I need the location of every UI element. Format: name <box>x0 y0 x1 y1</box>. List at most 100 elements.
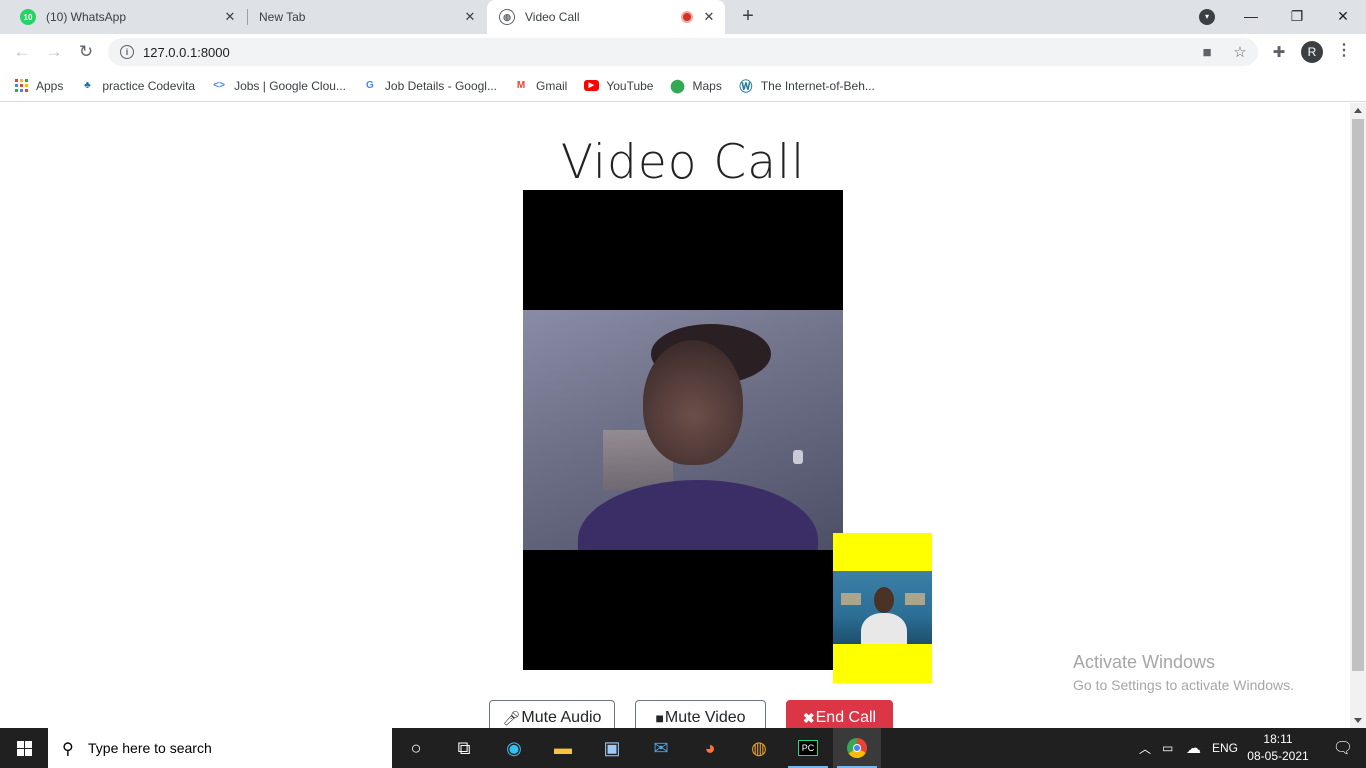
close-x-icon: ✖ <box>802 709 815 726</box>
codevita-icon: ♣ <box>84 80 91 91</box>
browser-toolbar: ← → ↻ i 127.0.0.1:8000 ■ ☆ ✚ R ⋮ <box>0 34 1366 70</box>
restore-button[interactable]: ❐ <box>1274 0 1320 32</box>
local-video <box>833 533 932 683</box>
mute-video-label: Mute Video <box>664 709 746 726</box>
close-tab-icon[interactable]: ✕ <box>222 9 238 25</box>
bookmark-label: practice Codevita <box>102 78 196 93</box>
bookmark-youtube[interactable]: ▶ YouTube <box>583 78 653 94</box>
maps-icon: ⬤ <box>670 77 685 93</box>
tab-new-tab[interactable]: New Tab ✕ <box>248 0 486 34</box>
address-bar[interactable]: i 127.0.0.1:8000 <box>108 38 1258 66</box>
mute-video-button[interactable]: ■ Mute Video <box>635 700 766 728</box>
youtube-icon: ▶ <box>583 78 599 94</box>
bookmark-label: YouTube <box>606 78 654 93</box>
taskbar-clock[interactable]: 18:11 08-05-2021 <box>1243 731 1313 765</box>
microphone-slash-icon: 🎤︎ <box>502 709 521 726</box>
mute-audio-button[interactable]: 🎤︎ Mute Audio <box>489 700 615 728</box>
remote-video-frame <box>523 310 843 550</box>
end-call-button[interactable]: ✖ End Call <box>786 700 893 728</box>
chrome-icon[interactable] <box>833 728 881 768</box>
close-tab-icon[interactable]: ✕ <box>701 9 717 25</box>
mail-icon[interactable]: ✉ <box>637 728 685 768</box>
bookmark-label: Jobs | Google Clou... <box>234 78 346 93</box>
bookmark-gmail[interactable]: M Gmail <box>513 78 568 94</box>
browser-menu-icon[interactable]: ⋮ <box>1336 42 1352 62</box>
tab-title: New Tab <box>259 10 306 24</box>
apps-grid-icon <box>13 78 29 94</box>
tab-search-icon[interactable]: ▾ <box>1199 9 1215 25</box>
bookmark-codevita[interactable]: ♣ practice Codevita <box>79 78 195 94</box>
close-window-button[interactable]: ✕ <box>1320 0 1366 32</box>
bookmark-maps[interactable]: ⬤ Maps <box>669 77 722 94</box>
bookmark-label: Gmail <box>535 78 568 93</box>
battery-icon[interactable]: ▭ <box>1162 728 1173 768</box>
scrollbar-thumb[interactable] <box>1352 119 1364 671</box>
close-tab-icon[interactable]: ✕ <box>462 9 478 25</box>
pycharm-icon[interactable]: PC <box>784 728 832 768</box>
camera-in-use-icon[interactable]: ■ <box>1198 43 1216 61</box>
bookmark-internet-of-behavior[interactable]: Ⓦ The Internet-of-Beh... <box>738 78 875 95</box>
start-button[interactable] <box>0 728 48 768</box>
url-text: 127.0.0.1:8000 <box>143 44 230 60</box>
back-button[interactable]: ← <box>10 40 34 64</box>
taskbar-search-box[interactable]: ⚲ Type here to search <box>48 728 392 768</box>
taskbar-search-placeholder: Type here to search <box>88 740 212 756</box>
firefox-icon[interactable]: ◕ <box>686 728 734 768</box>
scroll-up-arrow-icon[interactable] <box>1354 108 1362 113</box>
action-center-icon[interactable]: 🗨︎ <box>1320 728 1366 768</box>
tab-strip: 10 (10) WhatsApp ✕ New Tab ✕ ◍ Video Cal… <box>0 0 1366 34</box>
activate-windows-watermark: Activate Windows Go to Settings to activ… <box>1073 652 1294 693</box>
video-camera-icon: ■ <box>655 710 664 726</box>
watermark-subtitle: Go to Settings to activate Windows. <box>1073 677 1294 693</box>
clock-date: 08-05-2021 <box>1247 749 1309 763</box>
bookmark-label: Apps <box>36 78 64 93</box>
vertical-scrollbar[interactable] <box>1350 103 1366 728</box>
show-hidden-icons-icon[interactable]: ︿ <box>1139 728 1151 768</box>
bookmark-label: Job Details - Googl... <box>384 78 497 93</box>
remote-video <box>523 190 843 670</box>
task-view-icon[interactable]: ⧉ <box>440 728 488 768</box>
windows-taskbar: ⚲ Type here to search ○ ⧉ ◉ ▬ ▣ ✉ ◕ ◍ PC… <box>0 728 1366 768</box>
google-icon: G <box>366 80 374 91</box>
tab-title: (10) WhatsApp <box>46 10 127 24</box>
watermark-title: Activate Windows <box>1073 652 1216 672</box>
chrome-canary-icon[interactable]: ◍ <box>735 728 783 768</box>
google-cloud-icon: <> <box>213 80 225 91</box>
forward-button[interactable]: → <box>42 40 66 64</box>
local-video-frame <box>833 571 932 644</box>
new-tab-button[interactable]: + <box>738 6 758 26</box>
mute-audio-label: Mute Audio <box>521 709 602 726</box>
bookmark-job-details[interactable]: G Job Details - Googl... <box>362 78 497 94</box>
bookmarks-bar: Apps ♣ practice Codevita <> Jobs | Googl… <box>0 70 1366 102</box>
bookmark-google-cloud-jobs[interactable]: <> Jobs | Google Clou... <box>211 78 346 94</box>
tab-whatsapp[interactable]: 10 (10) WhatsApp ✕ <box>8 0 246 34</box>
profile-avatar[interactable]: R <box>1301 41 1323 63</box>
end-call-label: End Call <box>815 709 877 726</box>
edge-icon[interactable]: ◉ <box>490 728 538 768</box>
scroll-down-arrow-icon[interactable] <box>1354 718 1362 723</box>
gmail-icon: M <box>516 80 526 91</box>
tab-video-call[interactable]: ◍ Video Call ✕ <box>487 0 725 34</box>
wordpress-icon: Ⓦ <box>739 79 753 94</box>
language-indicator[interactable]: ENG <box>1212 728 1238 768</box>
page-content: Video Call 🎤︎ Mute Audio ■ Mute Video ✖ … <box>0 103 1350 728</box>
cortana-icon[interactable]: ○ <box>392 728 440 768</box>
bookmark-label: The Internet-of-Beh... <box>760 78 875 93</box>
microsoft-store-icon[interactable]: ▣ <box>588 728 636 768</box>
tab-title: Video Call <box>525 10 580 24</box>
recording-indicator-icon <box>681 11 693 23</box>
reload-button[interactable]: ↻ <box>74 40 98 64</box>
file-explorer-icon[interactable]: ▬ <box>539 728 587 768</box>
page-title: Video Call <box>560 135 806 190</box>
whatsapp-icon: 10 <box>20 9 36 25</box>
extensions-puzzle-icon[interactable]: ✚ <box>1270 43 1288 61</box>
search-icon: ⚲ <box>62 741 74 758</box>
bookmark-star-icon[interactable]: ☆ <box>1231 43 1249 61</box>
bookmark-apps[interactable]: Apps <box>13 78 63 94</box>
globe-icon: ◍ <box>499 9 515 25</box>
site-info-icon[interactable]: i <box>120 45 134 59</box>
minimize-button[interactable]: — <box>1228 0 1274 32</box>
bookmark-label: Maps <box>692 78 722 93</box>
onedrive-cloud-icon[interactable]: ☁ <box>1186 728 1201 768</box>
windows-logo-icon <box>16 740 32 756</box>
